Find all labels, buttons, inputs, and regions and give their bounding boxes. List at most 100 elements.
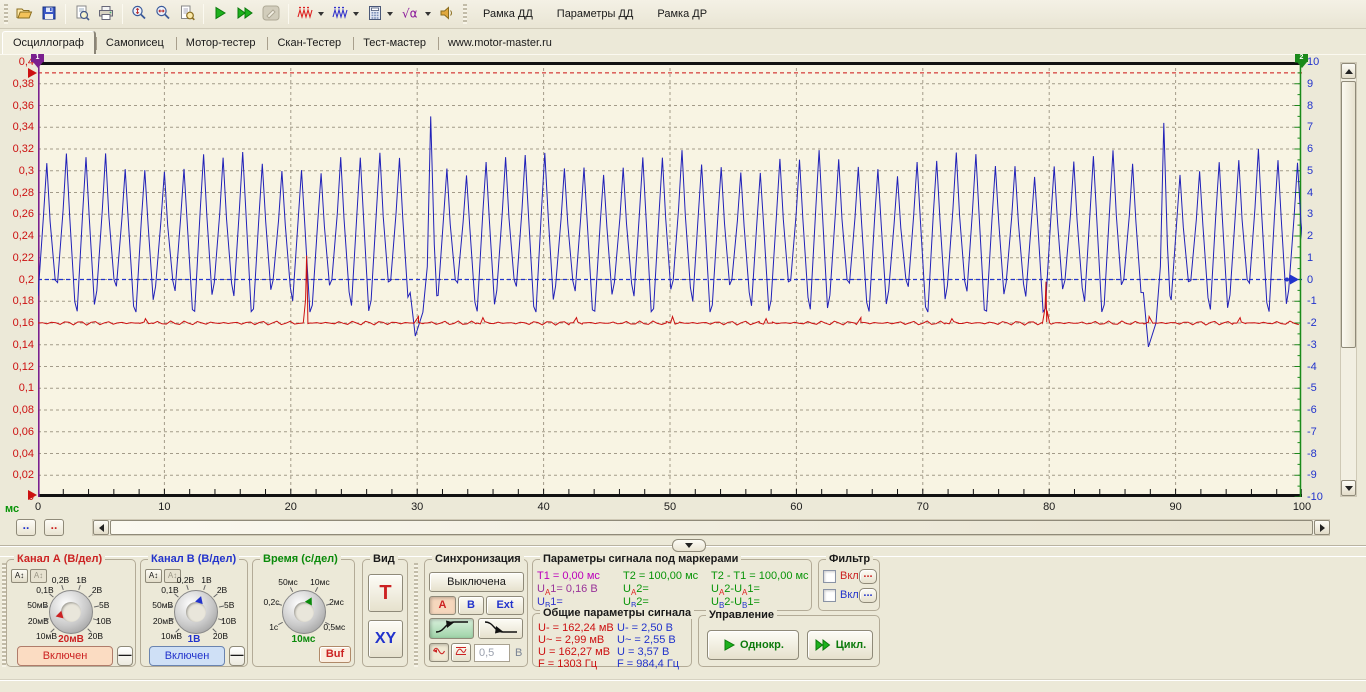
print-preview-button[interactable] [70,2,94,26]
single-run-button[interactable]: Однокр. [707,630,799,660]
falling-edge-button[interactable] [478,618,523,639]
tab-3[interactable]: Мотор-тестер [175,32,267,54]
right-axis-label: 7 [1307,121,1339,133]
x-axis-label: 60 [776,501,816,513]
channel-b-power-button[interactable]: Включен [149,646,225,666]
channel-b-minus-button[interactable]: — [229,646,245,666]
menu-item-1[interactable]: Рамка ДД [483,8,533,20]
left-axis-label: 0,24 [0,230,34,242]
tab-4[interactable]: Скан-Тестер [266,32,352,54]
left-axis-label: 0,38 [0,78,34,90]
tab-6[interactable]: www.motor-master.ru [437,32,563,54]
left-axis-label: 0,28 [0,187,34,199]
filter-checkbox-1[interactable] [823,570,836,583]
left-axis-label: 0,34 [0,121,34,133]
print-button[interactable] [94,2,118,26]
edit-button[interactable] [258,2,284,26]
channel-a-group: Канал А (В/дел) A↕ A↕ 0,2В1В0,1В2В50мВ5В… [6,559,136,667]
plot-canvas[interactable] [38,62,1302,497]
oscillogram[interactable] [38,62,1302,497]
general-params-group: Общие параметры сигнала U- = 162,24 мВU~… [532,613,692,667]
horizontal-scroll-thumb[interactable] [110,520,1313,535]
collapse-panel-button[interactable] [672,539,706,552]
menu-item-3[interactable]: Рамка ДР [657,8,707,20]
tab-2[interactable]: Самописец [95,32,175,54]
x-axis-label: 20 [271,501,311,513]
trigger-level-arrow[interactable] [28,68,37,78]
sync-off-button[interactable]: Выключена [429,572,524,592]
start-cycle-button[interactable] [232,2,258,26]
sync-mode-1-button[interactable] [429,643,449,662]
knob-selected-value: 10мс [253,634,354,645]
tab-5[interactable]: Тест-мастер [352,32,437,54]
sync-source-2-button[interactable]: В [458,596,484,615]
knob-scale-label: 0,2с [255,597,287,607]
view-xy-button[interactable]: XY [368,620,403,658]
zoom-horizontal-button[interactable] [151,2,175,26]
menu-gripper[interactable] [463,4,467,24]
toolbar-gripper[interactable] [4,4,8,24]
general-param-b: U~ = 2,55 В [617,634,679,646]
dropdown-arrow-icon[interactable] [425,12,431,16]
dropdown-arrow-icon[interactable] [387,12,393,16]
run-control-title: Управление [706,609,777,621]
signal-b-menu-button[interactable] [328,2,363,26]
filter-checkbox-2[interactable] [823,589,836,602]
sync-source-1-button[interactable]: А [429,596,456,615]
left-axis-label: 0,14 [0,339,34,351]
marker-param-value: T2 = 100,00 мс [623,570,698,582]
scroll-right-button[interactable] [1314,520,1330,535]
zoom-vertical-button[interactable] [127,2,151,26]
panel-gripper-2[interactable] [414,563,418,667]
marker-a-settings-button[interactable]: .. [16,519,36,536]
general-params-channel-a: U- = 162,24 мВU~ = 2,99 мВU = 162,27 мВF… [538,622,614,670]
falling-edge-icon [483,626,519,638]
sync-level-icon [454,649,468,661]
math-functions-button[interactable]: √α [397,2,435,26]
filter-group: Фильтр Вкл...Вкл... [818,559,880,611]
sync-level-input[interactable] [474,644,510,662]
general-param-b: F = 984,4 Гц [617,658,679,670]
open-button[interactable] [12,2,37,26]
view-group: Вид T XY [362,559,408,667]
knob-tick [78,585,80,590]
marker-1-flag[interactable]: 1 [31,54,44,62]
buffer-button[interactable]: Buf [319,646,351,663]
sync-mode-2-button[interactable] [451,643,471,662]
channel-b-group: Канал В (В/дел) A↕ A↕ 0,2В1В0,1В2В50мВ5В… [140,559,248,667]
scroll-left-button[interactable] [93,520,109,535]
marker-b-settings-button[interactable]: .. [44,519,64,536]
view-t-button[interactable]: T [368,574,403,612]
scroll-up-button[interactable] [1341,63,1356,79]
vertical-scrollbar[interactable] [1340,62,1357,497]
play-icon [212,5,228,24]
right-axis-label: 5 [1307,165,1339,177]
param-text: 1= [747,583,760,595]
dropdown-arrow-icon[interactable] [318,12,324,16]
sound-button[interactable] [435,2,459,26]
rising-edge-button[interactable] [429,618,474,639]
page-preview-button[interactable] [175,2,199,26]
wave-red-icon [297,5,314,24]
filter-settings-1-button[interactable]: ... [859,569,877,584]
param-text: T1 = 0,00 мс [537,570,600,582]
sync-source-3-button[interactable]: Ext [486,596,524,615]
vertical-scroll-thumb[interactable] [1341,81,1356,348]
right-axis-label: -2 [1307,317,1339,329]
menu-item-2[interactable]: Параметры ДД [557,8,634,20]
marker-2-flag[interactable]: 2 [1295,54,1308,62]
tab-1[interactable]: Осциллограф [2,31,95,54]
cycle-run-button[interactable]: Цикл. [807,630,873,660]
signal-a-menu-button[interactable] [293,2,328,26]
start-button[interactable] [208,2,232,26]
channel-a-minus-button[interactable]: — [117,646,133,666]
filter-settings-2-button[interactable]: ... [859,588,877,603]
horizontal-scrollbar[interactable] [92,519,1330,536]
save-button[interactable] [37,2,61,26]
right-axis-label: 0 [1307,274,1339,286]
general-params-channel-b: U- = 2,50 ВU~ = 2,55 ВU = 3,57 ВF = 984,… [617,622,679,670]
calculator-button[interactable] [363,2,397,26]
scroll-down-button[interactable] [1341,480,1356,496]
channel-a-power-button[interactable]: Включен [17,646,113,666]
dropdown-arrow-icon[interactable] [353,12,359,16]
